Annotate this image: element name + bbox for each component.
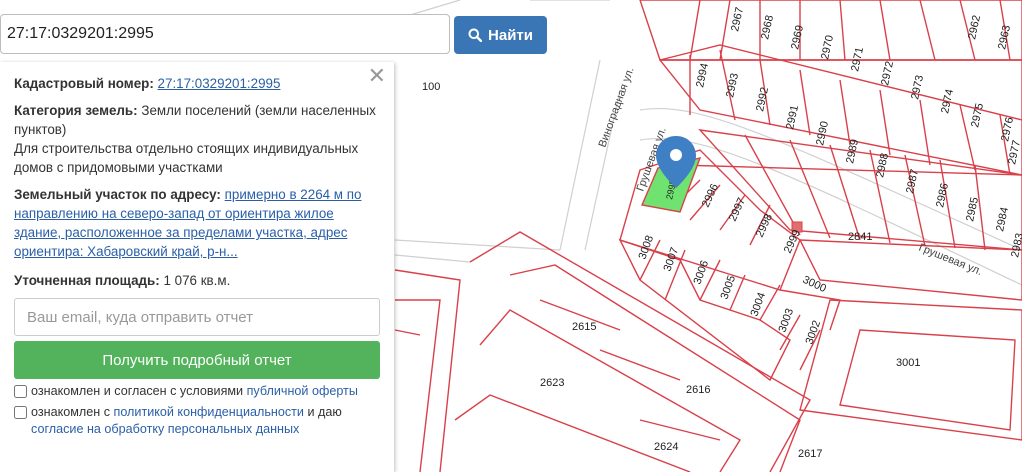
search-icon [468, 28, 483, 42]
purpose-text: Для строительства отдельно стоящих индив… [14, 141, 359, 175]
get-report-button[interactable]: Получить подробный отчет [14, 341, 380, 379]
cadastral-link[interactable]: 27:17:0329201:2995 [158, 76, 281, 91]
area-label: Уточненная площадь: [14, 273, 160, 288]
privacy-consent-text-b: и даю [307, 405, 342, 419]
plot-label: 2617 [798, 448, 822, 460]
public-offer-link[interactable]: публичной оферты [247, 384, 358, 398]
plot-label: 2616 [686, 384, 710, 396]
privacy-policy-link[interactable]: политикой конфиденциальности [114, 405, 304, 419]
area-value: 1 076 кв.м. [163, 273, 231, 288]
find-button-label: Найти [488, 26, 533, 44]
privacy-consent: ознакомлен с политикой конфиденциальност… [14, 404, 380, 438]
offer-consent-checkbox[interactable] [14, 385, 27, 398]
close-icon[interactable]: ✕ [368, 65, 386, 87]
privacy-consent-text-a: ознакомлен с [31, 405, 111, 419]
area-row: Уточненная площадь: 1 076 кв.м. [14, 271, 380, 290]
cadastral-row: Кадастровый номер: 27:17:0329201:2995 [14, 74, 380, 93]
address-label: Земельный участок по адресу: [14, 187, 221, 202]
cadastral-label: Кадастровый номер: [14, 76, 154, 91]
plot-label: 2615 [572, 321, 596, 333]
privacy-consent-checkbox[interactable] [14, 406, 27, 419]
plot-label: 2623 [540, 377, 564, 389]
category-label: Категория земель: [14, 103, 138, 118]
offer-consent: ознакомлен и согласен с условиями публич… [14, 383, 380, 400]
plot-label: 2841 [848, 231, 872, 243]
info-panel: ✕ Кадастровый номер: 27:17:0329201:2995 … [0, 62, 394, 472]
personal-data-consent-link[interactable]: согласие на обработку персональных данны… [31, 422, 299, 436]
plot-label: 100 [422, 81, 440, 93]
category-row: Категория земель: Земли поселений (земли… [14, 101, 380, 177]
offer-consent-text: ознакомлен и согласен с условиями [31, 384, 244, 398]
find-button[interactable]: Найти [454, 16, 547, 54]
search-input[interactable] [0, 14, 450, 54]
plot-label: 2624 [654, 441, 678, 453]
plot-label: 3001 [896, 357, 920, 369]
address-row: Земельный участок по адресу: примерно в … [14, 185, 380, 261]
email-input[interactable] [14, 298, 380, 336]
